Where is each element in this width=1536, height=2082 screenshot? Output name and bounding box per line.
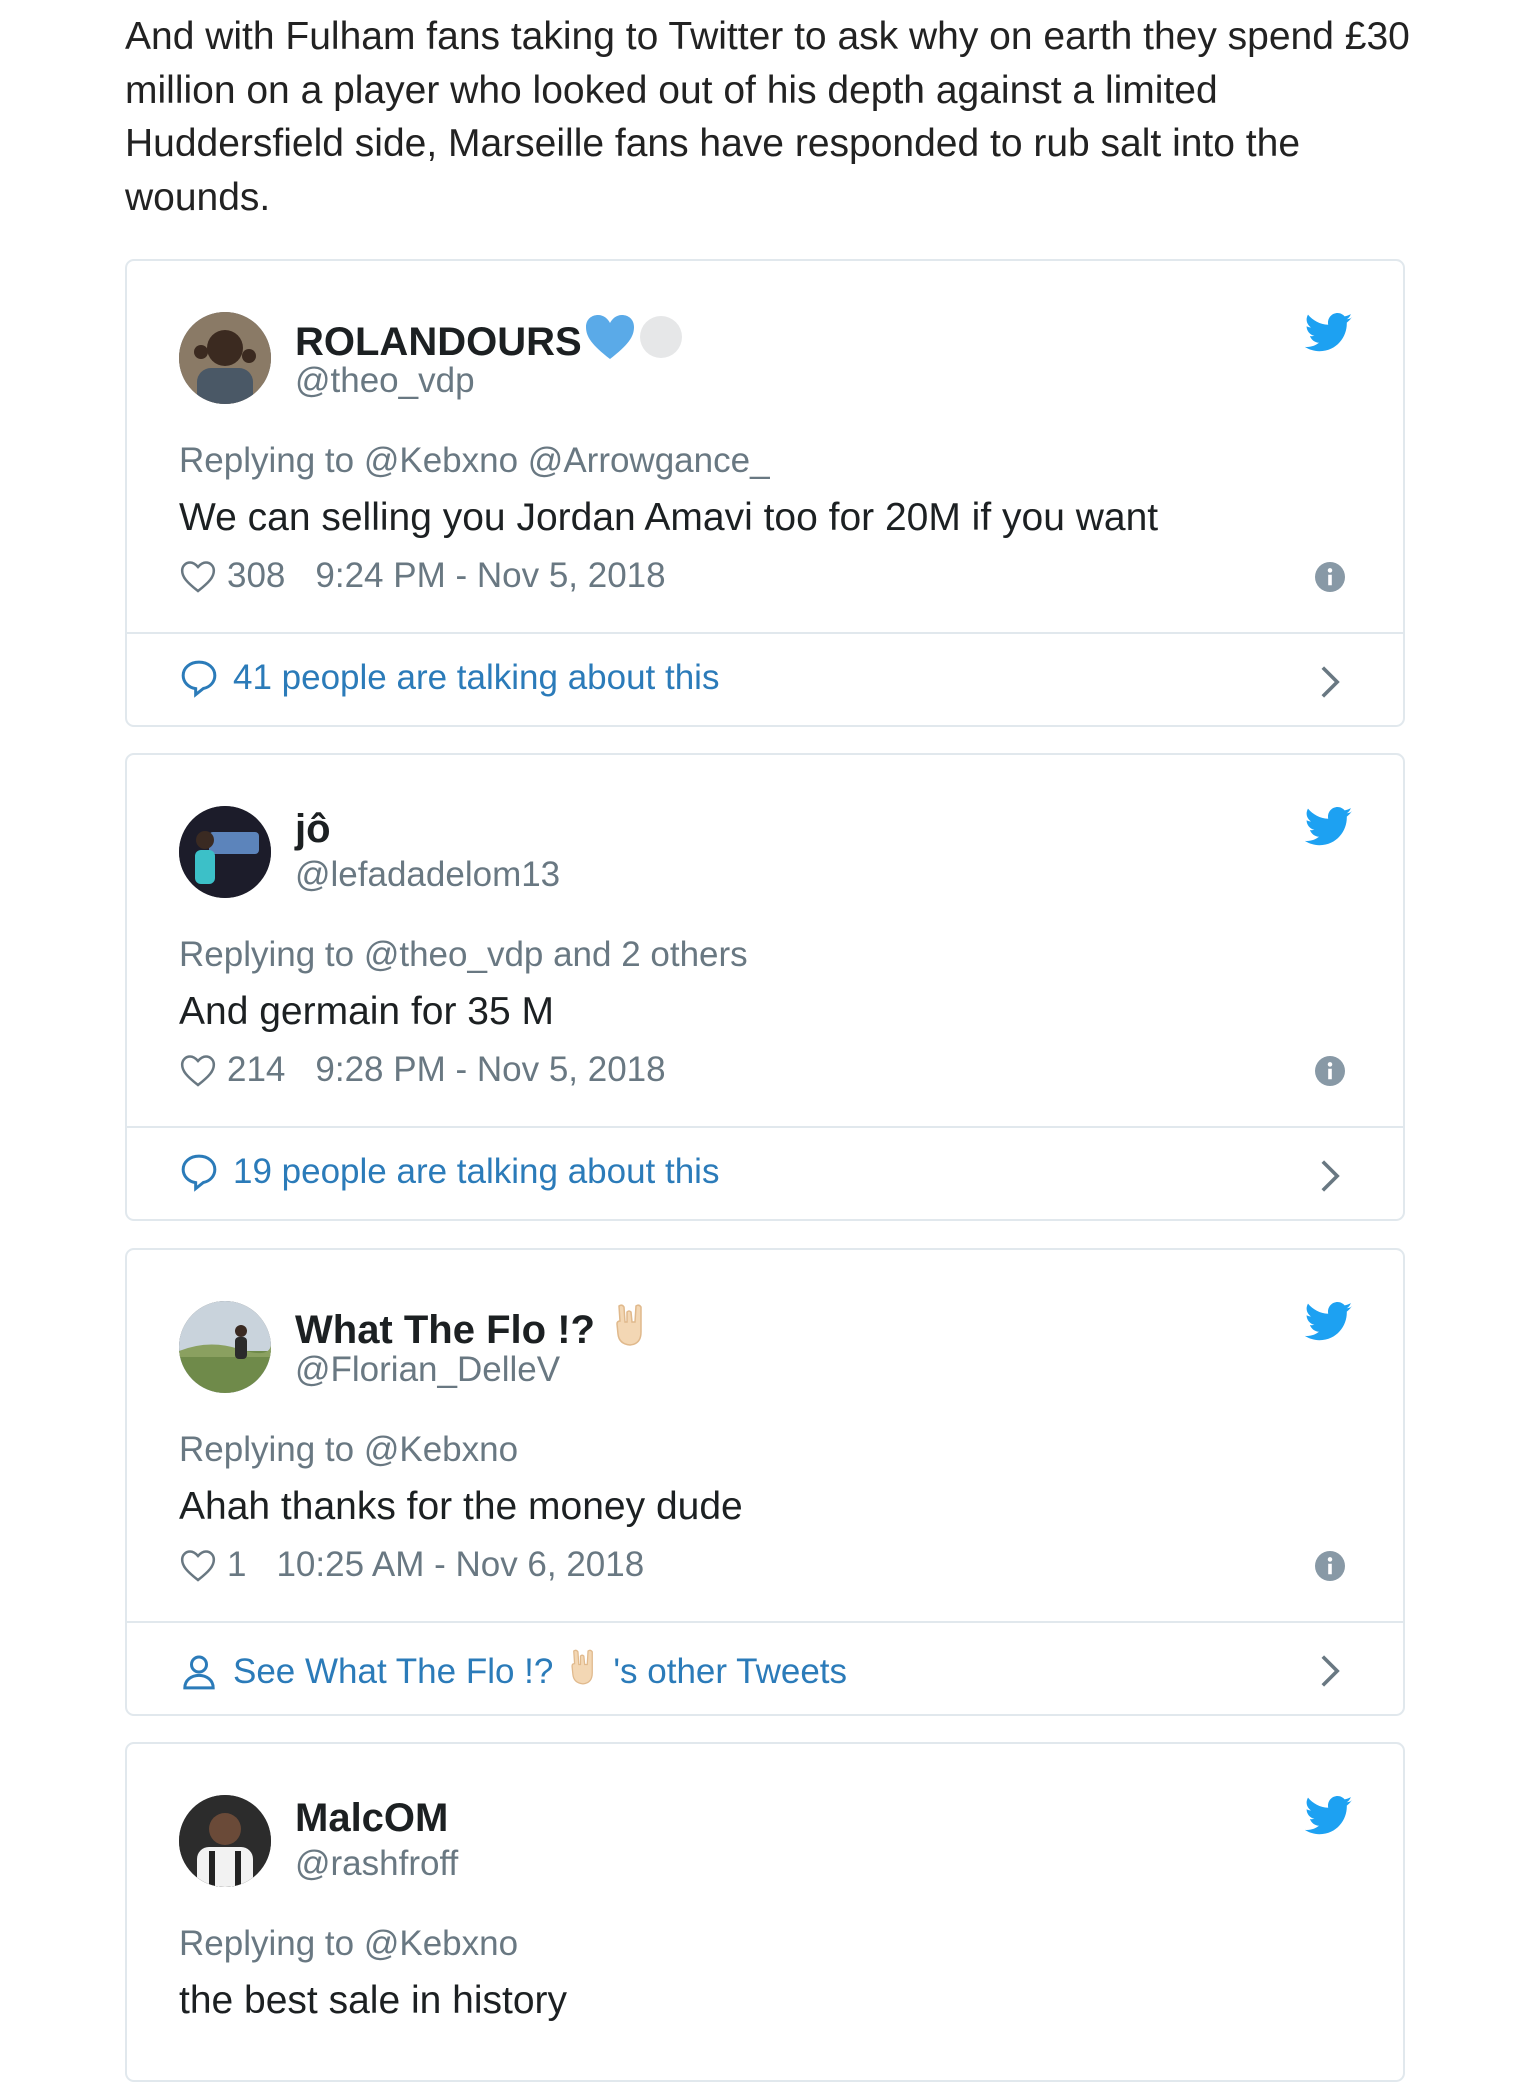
avatar[interactable]: [179, 1301, 271, 1393]
talking-count[interactable]: 19 people are talking about this: [233, 1152, 719, 1192]
tweet-card[interactable]: ROLANDOURS @theo_vdp Replying to @Kebxno…: [125, 259, 1405, 727]
tweet-meta: 214 9:28 PM - Nov 5, 2018: [179, 1050, 666, 1090]
display-name-text[interactable]: ROLANDOURS: [295, 320, 582, 365]
tweet-body: MalcOM @rashfroff Replying to @Kebxno th…: [127, 1744, 1403, 2064]
tweet-footer[interactable]: See What The Flo !? 's other Tweets: [127, 1623, 1403, 1714]
handle[interactable]: @Florian_DelleV: [295, 1350, 560, 1390]
avatar[interactable]: [179, 312, 271, 404]
tweet-text: the best sale in history: [179, 1979, 568, 2022]
info-icon[interactable]: [1315, 1056, 1345, 1086]
display-name-text[interactable]: What The Flo !?: [295, 1308, 595, 1353]
talking-link[interactable]: 41 people are talking about this: [179, 658, 719, 698]
white-circle-icon: [638, 314, 684, 370]
tweet-card[interactable]: What The Flo !? @Florian_DelleV Replying…: [125, 1248, 1405, 1716]
talking-link[interactable]: 19 people are talking about this: [179, 1152, 719, 1192]
timestamp[interactable]: 10:25 AM - Nov 6, 2018: [276, 1545, 644, 1585]
other-tweets-prefix[interactable]: See What The Flo !?: [233, 1652, 553, 1692]
tweet-text: And germain for 35 M: [179, 990, 555, 1033]
replying-to[interactable]: Replying to @Kebxno: [179, 1430, 518, 1470]
chevron-right-icon[interactable]: [1319, 664, 1341, 700]
tweet-meta: 1 10:25 AM - Nov 6, 2018: [179, 1545, 644, 1585]
replying-to[interactable]: Replying to @Kebxno: [179, 1924, 518, 1964]
other-tweets-suffix[interactable]: 's other Tweets: [613, 1652, 847, 1692]
twitter-bird-icon[interactable]: [1305, 313, 1353, 353]
tweet-body: ROLANDOURS @theo_vdp Replying to @Kebxno…: [127, 261, 1403, 634]
timestamp[interactable]: 9:28 PM - Nov 5, 2018: [315, 1050, 665, 1090]
speech-bubble-icon: [181, 1154, 217, 1192]
heart-icon[interactable]: [179, 1052, 217, 1088]
tweet-card[interactable]: MalcOM @rashfroff Replying to @Kebxno th…: [125, 1742, 1405, 2082]
handle[interactable]: @theo_vdp: [295, 361, 475, 401]
rock-hand-icon: [567, 1647, 599, 1696]
chevron-right-icon[interactable]: [1319, 1653, 1341, 1689]
display-name-text[interactable]: MalcOM: [295, 1796, 448, 1841]
tweet-meta: 308 9:24 PM - Nov 5, 2018: [179, 556, 666, 596]
like-count: 308: [227, 556, 286, 595]
tweet-body: What The Flo !? @Florian_DelleV Replying…: [127, 1250, 1403, 1623]
like-count: 214: [227, 1050, 286, 1089]
tweet-card[interactable]: jô @lefadadelom13 Replying to @theo_vdp …: [125, 753, 1405, 1221]
avatar[interactable]: [179, 1795, 271, 1887]
heart-icon[interactable]: [179, 1547, 217, 1583]
display-name-text[interactable]: jô: [295, 807, 331, 852]
replying-to[interactable]: Replying to @Kebxno @Arrowgance_: [179, 441, 770, 481]
handle[interactable]: @rashfroff: [295, 1844, 458, 1884]
display-name[interactable]: MalcOM: [295, 1796, 448, 1841]
display-name[interactable]: jô: [295, 807, 331, 852]
twitter-bird-icon[interactable]: [1305, 1302, 1353, 1342]
twitter-bird-icon[interactable]: [1305, 1796, 1353, 1836]
article-paragraph: And with Fulham fans taking to Twitter t…: [125, 15, 1410, 219]
twitter-bird-icon[interactable]: [1305, 807, 1353, 847]
like-count: 1: [227, 1545, 247, 1584]
tweet-text: Ahah thanks for the money dude: [179, 1485, 743, 1528]
blue-heart-icon: [584, 313, 636, 371]
chevron-right-icon[interactable]: [1319, 1158, 1341, 1194]
handle[interactable]: @lefadadelom13: [295, 855, 560, 895]
timestamp[interactable]: 9:24 PM - Nov 5, 2018: [315, 556, 665, 596]
tweet-text: We can selling you Jordan Amavi too for …: [179, 496, 1159, 539]
rock-hand-icon: [611, 1302, 649, 1358]
tweet-body: jô @lefadadelom13 Replying to @theo_vdp …: [127, 755, 1403, 1128]
info-icon[interactable]: [1315, 562, 1345, 592]
avatar[interactable]: [179, 806, 271, 898]
heart-icon[interactable]: [179, 558, 217, 594]
person-icon: [183, 1655, 215, 1689]
tweet-footer[interactable]: 41 people are talking about this: [127, 634, 1403, 725]
replying-to[interactable]: Replying to @theo_vdp and 2 others: [179, 935, 748, 975]
speech-bubble-icon: [181, 660, 217, 698]
info-icon[interactable]: [1315, 1551, 1345, 1581]
other-tweets-link[interactable]: See What The Flo !? 's other Tweets: [179, 1647, 847, 1696]
talking-count[interactable]: 41 people are talking about this: [233, 658, 719, 698]
tweet-footer[interactable]: 19 people are talking about this: [127, 1128, 1403, 1219]
